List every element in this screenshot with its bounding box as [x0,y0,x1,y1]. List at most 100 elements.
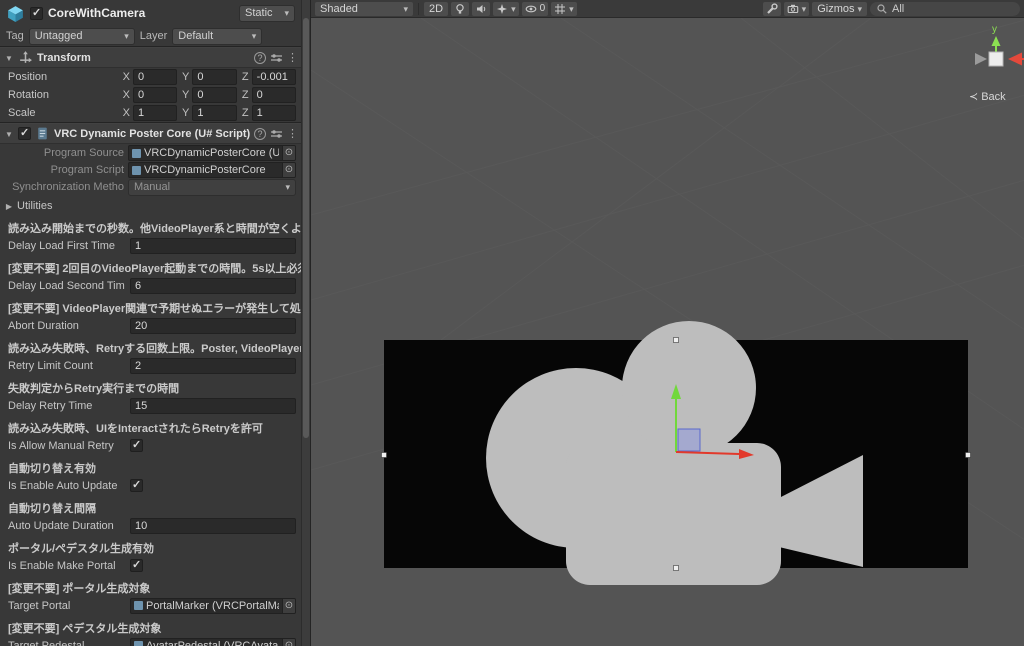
foldout-arrow-icon[interactable] [4,128,14,140]
field-input[interactable]: 20 [130,317,296,334]
scene-canvas[interactable] [311,0,1024,646]
preset-icon[interactable] [270,52,283,64]
chevron-down-icon [802,3,807,15]
field-group: 自動切り替え有効 Is Enable Auto Update [0,462,301,494]
position-z-field[interactable]: -0.001 [251,69,296,85]
help-icon[interactable] [254,51,266,64]
scene-audio-toggle[interactable] [472,1,491,16]
shading-mode-label: Shaded [320,2,358,15]
position-y-field[interactable]: 0 [192,69,237,85]
rotation-x-field[interactable]: 0 [133,87,178,103]
object-picker-icon[interactable] [282,638,295,646]
handle-bottom[interactable] [673,565,679,571]
program-source-object-field[interactable]: VRCDynamicPosterCore (Udon [128,145,296,161]
foldout-arrow-icon[interactable] [4,200,14,212]
field-input[interactable]: 15 [130,397,296,414]
scale-z-field[interactable]: 1 [251,105,296,121]
component-tools-button[interactable] [762,1,781,16]
move-plane-handle[interactable] [677,428,701,452]
gizmo-z-cone[interactable] [975,53,987,65]
field-description: [変更不要] ペデスタル生成対象 [8,623,162,635]
hidden-count: 0 [539,3,546,14]
gizmo-center-cube[interactable] [988,51,1004,67]
camera-settings-dropdown[interactable] [783,1,810,16]
udon-script-header[interactable]: VRC Dynamic Poster Core (U# Script) [0,124,301,144]
rotation-y-field[interactable]: 0 [192,87,237,103]
utilities-label: Utilities [17,200,53,212]
preset-icon[interactable] [270,128,283,140]
handle-right[interactable] [965,452,971,458]
row-label: Position [8,71,48,83]
field-label: Target Portal [8,599,71,612]
layer-dropdown[interactable]: Default [172,27,263,45]
component-enabled-checkbox[interactable] [18,126,31,140]
chevron-down-icon [511,3,516,15]
sync-method-row: Synchronization Metho Manual [0,178,301,196]
asset-icon [134,601,143,610]
field-description: 読み込み失敗時、Retryする回数上限。Poster, VideoPlayerが… [8,343,301,355]
scene-view[interactable]: Shaded 2D 0 [310,0,1024,646]
field-group: 失敗判定からRetry実行までの時間 Delay Retry Time 15 [0,382,301,414]
grid-settings-dropdown[interactable] [551,1,577,16]
scene-visibility-toggle[interactable]: 0 [521,1,549,16]
scene-search-field[interactable]: All [870,1,1020,16]
wrench-icon [766,2,778,14]
axis-y-label: Y [181,71,190,83]
field-input[interactable]: 2 [130,357,296,374]
gameobject-name[interactable]: CoreWithCamera [48,6,234,20]
gameobject-header: CoreWithCamera Static [0,0,301,26]
gizmos-dropdown[interactable]: Gizmos [812,1,867,16]
kebab-menu-icon[interactable] [287,127,297,140]
gizmos-label: Gizmos [817,2,855,15]
field-group: 読み込み失敗時、Retryする回数上限。Poster, VideoPlayerが… [0,342,301,374]
object-picker-icon[interactable] [282,598,295,613]
utilities-foldout[interactable]: Utilities [0,198,301,214]
chevron-down-icon [569,3,574,15]
scale-y-field[interactable]: 1 [192,105,237,121]
field-group: 読み込み失敗時、UIをInteractされたらRetryを許可 Is Allow… [0,422,301,454]
field-input[interactable]: 10 [130,517,296,534]
position-x-field[interactable]: 0 [133,69,178,85]
field-checkbox[interactable] [130,438,143,452]
object-field[interactable]: PortalMarker (VRCPortalMarke [130,597,296,614]
field-group: 読み込み開始までの秒数。他VideoPlayer系と時間が空くように設定 Del… [0,222,301,254]
object-value: VRCDynamicPosterCore (Udon [144,147,279,159]
object-field[interactable]: AvatarPedestal (VRCAvatarPed [130,637,296,646]
program-script-object-field[interactable]: VRCDynamicPosterCore [128,162,296,178]
gizmo-back-button[interactable]: ≺ Back [969,90,1006,104]
handle-top[interactable] [673,337,679,343]
tag-dropdown[interactable]: Untagged [28,27,135,45]
inspector-scrollbar[interactable] [301,0,310,646]
scale-x-field[interactable]: 1 [133,105,178,121]
kebab-menu-icon[interactable] [287,51,297,64]
scene-effects-dropdown[interactable] [493,1,519,16]
help-icon[interactable] [254,127,266,140]
gizmo-y-cone[interactable] [991,36,1001,46]
field-label: Is Enable Auto Update [8,479,118,492]
scene-lighting-toggle[interactable] [451,1,470,16]
handle-left[interactable] [381,452,387,458]
active-checkbox[interactable] [30,6,43,20]
transform-header[interactable]: Transform [0,48,301,68]
static-dropdown[interactable]: Static [239,4,295,22]
axis-x-label: X [122,89,130,101]
shading-mode-dropdown[interactable]: Shaded [315,1,413,16]
object-picker-icon[interactable] [282,146,295,160]
rotation-z-field[interactable]: 0 [251,87,296,103]
field-input[interactable]: 1 [130,237,296,254]
object-picker-icon[interactable] [282,163,295,177]
sync-method-dropdown[interactable]: Manual [128,178,296,196]
field-group: [変更不要] 2回目のVideoPlayer起動までの時間。5s以上必須 Del… [0,262,301,294]
foldout-arrow-icon[interactable] [4,52,14,64]
scrollbar-thumb[interactable] [303,18,309,438]
layer-label: Layer [139,30,168,42]
search-icon [877,3,887,14]
2d-toggle[interactable]: 2D [424,1,449,16]
field-checkbox[interactable] [130,558,143,572]
field-description: [変更不要] 2回目のVideoPlayer起動までの時間。5s以上必須 [8,263,301,275]
field-input[interactable]: 6 [130,277,296,294]
orientation-gizmo[interactable]: y [956,18,1024,90]
sync-value: Manual [134,181,171,193]
gizmo-x-cone[interactable] [1008,52,1022,66]
field-checkbox[interactable] [130,478,143,492]
